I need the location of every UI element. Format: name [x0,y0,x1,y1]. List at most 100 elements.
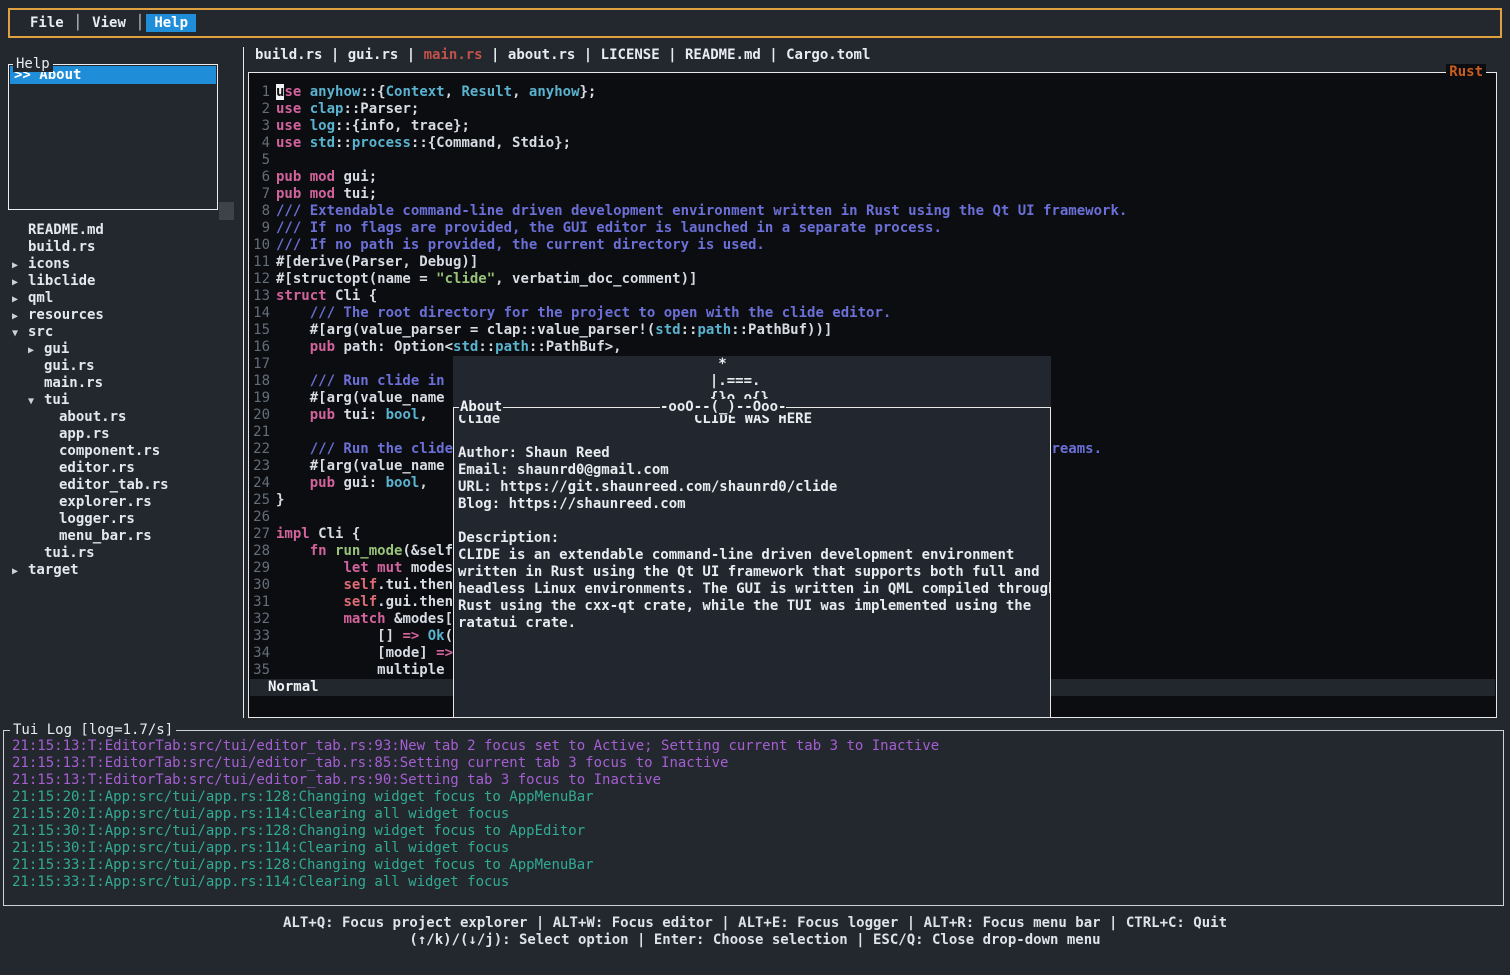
help-dropdown: Help >> About [8,64,218,210]
log-line: 21:15:20:I:App:src/tui/app.rs:114:Cleari… [12,806,1503,823]
code-token: tui: [343,407,385,423]
line-number: 26 [249,509,270,526]
tab-about-rs[interactable]: about.rs [508,47,575,63]
tree-item-label: icons [28,256,70,272]
line-number: 5 [249,152,270,169]
code-token: /// Run the clide [276,441,461,457]
code-token: path [697,322,731,338]
tree-item-src[interactable]: ▼src [0,324,240,341]
tree-item-build-rs[interactable]: build.rs [0,239,240,256]
code-token: fn [310,543,335,559]
line-number: 7 [249,186,270,203]
tree-item-libclide[interactable]: ▶libclide [0,273,240,290]
tab-separator: | [761,47,786,63]
tree-item-label: README.md [28,222,104,238]
code-token: se [284,84,309,100]
tree-item-app-rs[interactable]: app.rs [0,426,240,443]
code-line: 2use clap::Parser; [249,101,1496,118]
code-token: :: [335,135,352,151]
code-token: bool [386,475,420,491]
tab-license[interactable]: LICENSE [601,47,660,63]
tree-item-logger-rs[interactable]: logger.rs [0,511,240,528]
log-line: 21:15:13:T:EditorTab:src/tui/editor_tab.… [12,738,1503,755]
code-token: use [276,135,310,151]
tree-item-label: about.rs [59,409,126,425]
tree-item-label: libclide [28,273,95,289]
tree-item-tui-rs[interactable]: tui.rs [0,545,240,562]
tree-item-label: target [28,562,79,578]
tree-item-label: editor_tab.rs [59,477,169,493]
code-token: gui; [343,169,377,185]
log-line: 21:15:20:I:App:src/tui/app.rs:128:Changi… [12,789,1503,806]
menu-item-view[interactable]: View [84,14,134,32]
line-number: 25 [249,492,270,509]
code-line: 12#[structopt(name = "clide", verbatim_d… [249,271,1496,288]
code-token: ::Parser; [343,101,419,117]
code-token: use [276,118,310,134]
code-token: #[arg(value_name = [276,390,461,406]
tab-build-rs[interactable]: build.rs [255,47,322,63]
ascii-art-duck-feet: -ooO--(_)--Ooo- [660,399,786,415]
code-token: /// If no path is provided, the current … [276,237,765,253]
keybind-help-line-2: (↑/k)/(↓/j): Select option | Enter: Choo… [0,932,1510,949]
code-token [276,594,343,610]
tree-item-readme-md[interactable]: README.md [0,222,240,239]
line-number: 1 [249,84,270,101]
tree-item-component-rs[interactable]: component.rs [0,443,240,460]
tree-item-gui-rs[interactable]: gui.rs [0,358,240,375]
line-number: 30 [249,577,270,594]
line-number: 27 [249,526,270,543]
menu-item-file[interactable]: File [22,14,72,32]
keybind-help-bar: ALT+Q: Focus project explorer | ALT+W: F… [0,915,1510,949]
tree-item-label: tui.rs [44,545,95,561]
tab-gui-rs[interactable]: gui.rs [348,47,399,63]
code-token [276,560,343,576]
code-token: multiple [276,662,453,678]
tui-log-panel[interactable]: Tui Log [log=1.7/s] 21:15:13:T:EditorTab… [3,730,1504,906]
tree-item-menu_bar-rs[interactable]: menu_bar.rs [0,528,240,545]
tree-item-tui[interactable]: ▼tui [0,392,240,409]
tree-item-resources[interactable]: ▶resources [0,307,240,324]
code-token: } [276,492,284,508]
tree-item-editor_tab-rs[interactable]: editor_tab.rs [0,477,240,494]
line-number: 8 [249,203,270,220]
line-number: 16 [249,339,270,356]
code-token [276,611,343,627]
tab-main-rs[interactable]: main.rs [424,47,483,63]
tree-item-icons[interactable]: ▶ icons [0,256,240,273]
tree-item-about-rs[interactable]: about.rs [0,409,240,426]
keybind-help-line-1: ALT+Q: Focus project explorer | ALT+W: F… [0,915,1510,932]
help-dropdown-title: Help [13,56,53,72]
tree-item-explorer-rs[interactable]: explorer.rs [0,494,240,511]
tree-item-qml[interactable]: ▶qml [0,290,240,307]
tree-item-main-rs[interactable]: main.rs [0,375,240,392]
code-line: 10/// If no path is provided, the curren… [249,237,1496,254]
code-token: [mode] [276,645,436,661]
chevron-right-icon: ▶ [12,257,18,274]
code-token: gui: [343,475,385,491]
tree-item-target[interactable]: ▶target [0,562,240,579]
code-token: tui; [343,186,377,202]
mode-label: Normal [268,679,319,695]
tree-item-label: gui.rs [44,358,95,374]
code-token: self [343,577,377,593]
code-token: /// Run clide in h [276,373,461,389]
tree-item-editor-rs[interactable]: editor.rs [0,460,240,477]
code-token: pub [310,339,344,355]
tab-separator: | [660,47,685,63]
menu-item-help[interactable]: Help [146,14,196,32]
line-number: 35 [249,662,270,679]
line-number: 18 [249,373,270,390]
tab-cargo-toml[interactable]: Cargo.toml [786,47,870,63]
tree-item-gui[interactable]: ▶gui [0,341,240,358]
tree-item-label: main.rs [44,375,103,391]
code-token: match [343,611,394,627]
code-token: , [419,407,427,423]
code-token: &modes[. [394,611,461,627]
line-number: 23 [249,458,270,475]
line-number: 17 [249,356,270,373]
explorer-scrollbar-thumb[interactable] [219,202,234,220]
log-line: 21:15:33:I:App:src/tui/app.rs:114:Cleari… [12,874,1503,891]
tab-readme-md[interactable]: README.md [685,47,761,63]
line-number: 33 [249,628,270,645]
